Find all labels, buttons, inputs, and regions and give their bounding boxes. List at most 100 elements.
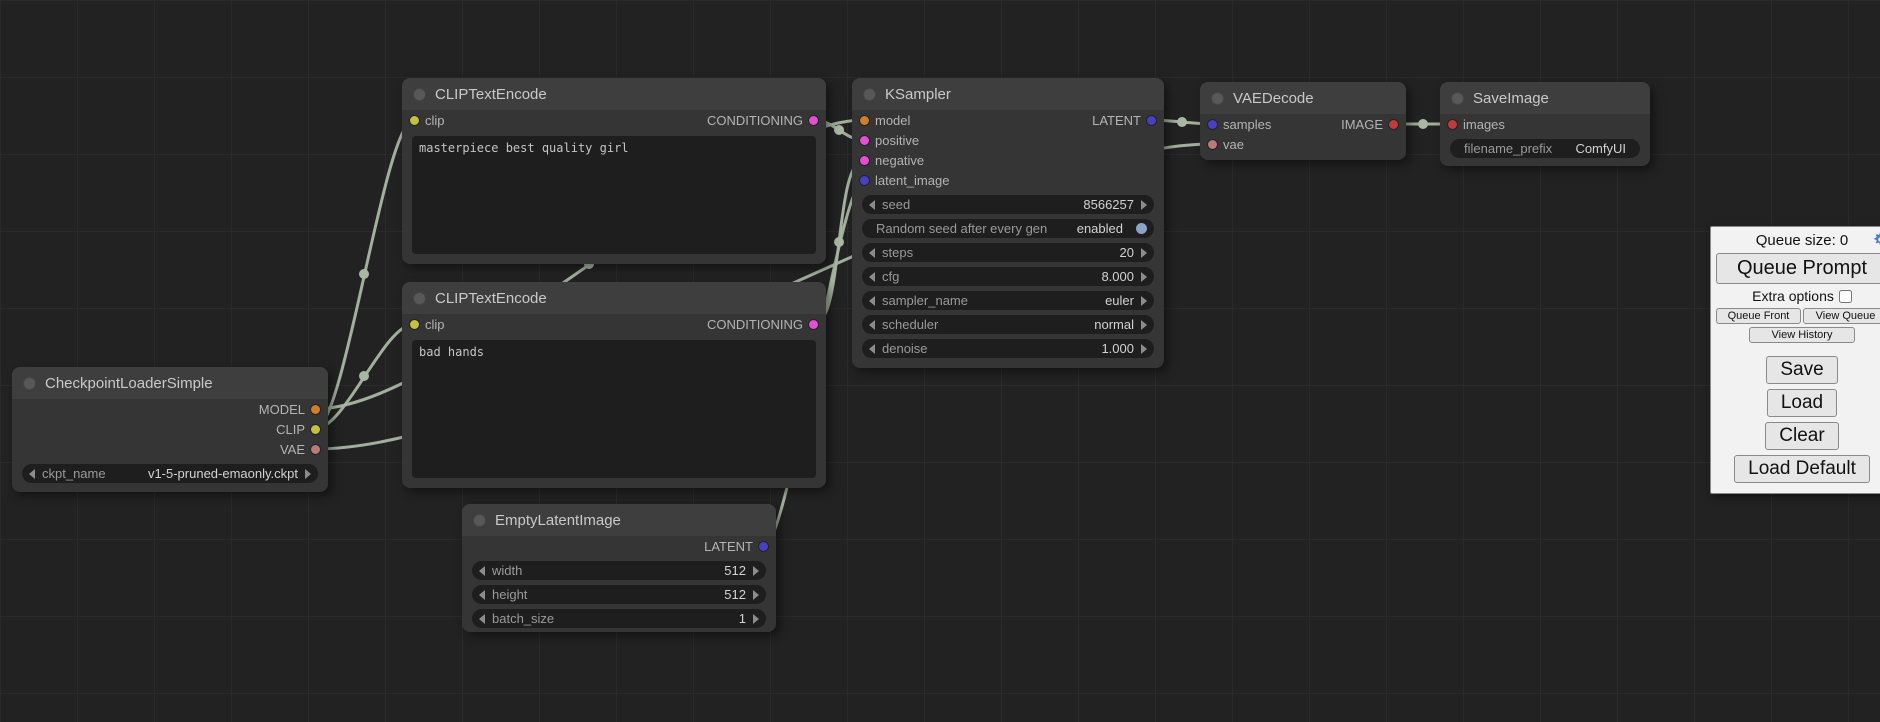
- clip-port-icon[interactable]: [311, 425, 320, 434]
- node-titlebar[interactable]: SaveImage: [1440, 82, 1650, 114]
- decrement-arrow-icon[interactable]: [869, 248, 875, 258]
- node-checkpoint-loader[interactable]: CheckpointLoaderSimple MODEL CLIP VAE ck…: [12, 367, 328, 492]
- node-titlebar[interactable]: KSampler: [852, 78, 1164, 110]
- latent-port-icon[interactable]: [1147, 116, 1156, 125]
- conditioning-port-icon[interactable]: [809, 320, 818, 329]
- random-seed-toggle[interactable]: Random seed after every gen enabled: [862, 219, 1154, 238]
- node-titlebar[interactable]: CLIPTextEncode: [402, 78, 826, 110]
- collapse-dot-icon[interactable]: [863, 88, 876, 101]
- decrement-arrow-icon[interactable]: [869, 344, 875, 354]
- output-slot-latent[interactable]: LATENT: [1090, 113, 1160, 128]
- increment-arrow-icon[interactable]: [305, 469, 311, 479]
- collapse-dot-icon[interactable]: [1211, 92, 1224, 105]
- height-widget[interactable]: height 512: [472, 585, 766, 604]
- node-titlebar[interactable]: EmptyLatentImage: [462, 504, 776, 536]
- output-slot-model[interactable]: MODEL: [12, 399, 328, 419]
- input-slot-images[interactable]: images: [1440, 114, 1650, 134]
- node-graph-canvas[interactable]: CheckpointLoaderSimple MODEL CLIP VAE ck…: [0, 0, 1880, 722]
- increment-arrow-icon[interactable]: [1141, 272, 1147, 282]
- node-titlebar[interactable]: CheckpointLoaderSimple: [12, 367, 328, 399]
- sampler-name-widget[interactable]: sampler_name euler: [862, 291, 1154, 310]
- collapse-dot-icon[interactable]: [413, 88, 426, 101]
- model-port-icon[interactable]: [311, 405, 320, 414]
- vae-port-icon[interactable]: [311, 445, 320, 454]
- node-ksampler[interactable]: KSampler model LATENT positive negative …: [852, 78, 1164, 368]
- input-slot-model[interactable]: model: [856, 113, 912, 128]
- extra-options-checkbox[interactable]: [1839, 290, 1852, 303]
- load-default-button[interactable]: Load Default: [1734, 455, 1870, 483]
- node-clip-text-encode-negative[interactable]: CLIPTextEncode clip CONDITIONING bad han…: [402, 282, 826, 488]
- output-slot-latent[interactable]: LATENT: [462, 536, 776, 556]
- input-slot-clip[interactable]: clip: [406, 317, 447, 332]
- output-slot-conditioning[interactable]: CONDITIONING: [705, 113, 822, 128]
- image-port-icon[interactable]: [1448, 120, 1457, 129]
- conditioning-port-icon[interactable]: [809, 116, 818, 125]
- increment-arrow-icon[interactable]: [1141, 200, 1147, 210]
- increment-arrow-icon[interactable]: [1141, 344, 1147, 354]
- queue-prompt-button[interactable]: Queue Prompt: [1716, 253, 1880, 284]
- width-widget[interactable]: width 512: [472, 561, 766, 580]
- collapse-dot-icon[interactable]: [23, 377, 36, 390]
- cfg-widget[interactable]: cfg 8.000: [862, 267, 1154, 286]
- conditioning-port-icon[interactable]: [860, 156, 869, 165]
- load-button[interactable]: Load: [1767, 389, 1837, 417]
- conditioning-port-icon[interactable]: [860, 136, 869, 145]
- output-slot-vae[interactable]: VAE: [12, 439, 328, 459]
- decrement-arrow-icon[interactable]: [869, 272, 875, 282]
- seed-widget[interactable]: seed 8566257: [862, 195, 1154, 214]
- clear-button[interactable]: Clear: [1765, 422, 1838, 450]
- queue-front-button[interactable]: Queue Front: [1716, 308, 1801, 324]
- scheduler-widget[interactable]: scheduler normal: [862, 315, 1154, 334]
- increment-arrow-icon[interactable]: [1141, 248, 1147, 258]
- decrement-arrow-icon[interactable]: [479, 614, 485, 624]
- save-button[interactable]: Save: [1766, 356, 1837, 384]
- node-clip-text-encode-positive[interactable]: CLIPTextEncode clip CONDITIONING masterp…: [402, 78, 826, 264]
- decrement-arrow-icon[interactable]: [479, 590, 485, 600]
- input-slot-vae[interactable]: vae: [1200, 134, 1406, 154]
- output-slot-clip[interactable]: CLIP: [12, 419, 328, 439]
- output-slot-image[interactable]: IMAGE: [1339, 117, 1402, 132]
- input-slot-latent-image[interactable]: latent_image: [852, 170, 1164, 190]
- settings-gear-icon[interactable]: [1873, 232, 1880, 247]
- model-port-icon[interactable]: [860, 116, 869, 125]
- output-slot-conditioning[interactable]: CONDITIONING: [705, 317, 822, 332]
- input-slot-samples[interactable]: samples: [1204, 117, 1273, 132]
- increment-arrow-icon[interactable]: [753, 614, 759, 624]
- decrement-arrow-icon[interactable]: [29, 469, 35, 479]
- latent-port-icon[interactable]: [1208, 120, 1217, 129]
- positive-prompt-textarea[interactable]: masterpiece best quality girl: [412, 136, 816, 254]
- steps-widget[interactable]: steps 20: [862, 243, 1154, 262]
- collapse-dot-icon[interactable]: [473, 514, 486, 527]
- vae-port-icon[interactable]: [1208, 140, 1217, 149]
- clip-port-icon[interactable]: [410, 116, 419, 125]
- ckpt-name-widget[interactable]: ckpt_name v1-5-pruned-emaonly.ckpt: [22, 464, 318, 483]
- collapse-dot-icon[interactable]: [413, 292, 426, 305]
- view-history-button[interactable]: View History: [1749, 327, 1856, 343]
- latent-port-icon[interactable]: [860, 176, 869, 185]
- node-save-image[interactable]: SaveImage images filename_prefix ComfyUI: [1440, 82, 1650, 166]
- decrement-arrow-icon[interactable]: [479, 566, 485, 576]
- increment-arrow-icon[interactable]: [1141, 320, 1147, 330]
- batch-size-widget[interactable]: batch_size 1: [472, 609, 766, 628]
- increment-arrow-icon[interactable]: [753, 566, 759, 576]
- increment-arrow-icon[interactable]: [1141, 296, 1147, 306]
- increment-arrow-icon[interactable]: [753, 590, 759, 600]
- toggle-dot-icon[interactable]: [1136, 223, 1147, 234]
- decrement-arrow-icon[interactable]: [869, 200, 875, 210]
- node-empty-latent-image[interactable]: EmptyLatentImage LATENT width 512 height…: [462, 504, 776, 632]
- denoise-widget[interactable]: denoise 1.000: [862, 339, 1154, 358]
- image-port-icon[interactable]: [1389, 120, 1398, 129]
- node-vae-decode[interactable]: VAEDecode samples IMAGE vae: [1200, 82, 1406, 160]
- clip-port-icon[interactable]: [410, 320, 419, 329]
- view-queue-button[interactable]: View Queue: [1803, 308, 1880, 324]
- decrement-arrow-icon[interactable]: [869, 296, 875, 306]
- input-slot-clip[interactable]: clip: [406, 113, 447, 128]
- input-slot-negative[interactable]: negative: [852, 150, 1164, 170]
- node-titlebar[interactable]: VAEDecode: [1200, 82, 1406, 114]
- filename-prefix-widget[interactable]: filename_prefix ComfyUI: [1450, 139, 1640, 158]
- decrement-arrow-icon[interactable]: [869, 320, 875, 330]
- input-slot-positive[interactable]: positive: [852, 130, 1164, 150]
- negative-prompt-textarea[interactable]: bad hands: [412, 340, 816, 478]
- node-titlebar[interactable]: CLIPTextEncode: [402, 282, 826, 314]
- collapse-dot-icon[interactable]: [1451, 92, 1464, 105]
